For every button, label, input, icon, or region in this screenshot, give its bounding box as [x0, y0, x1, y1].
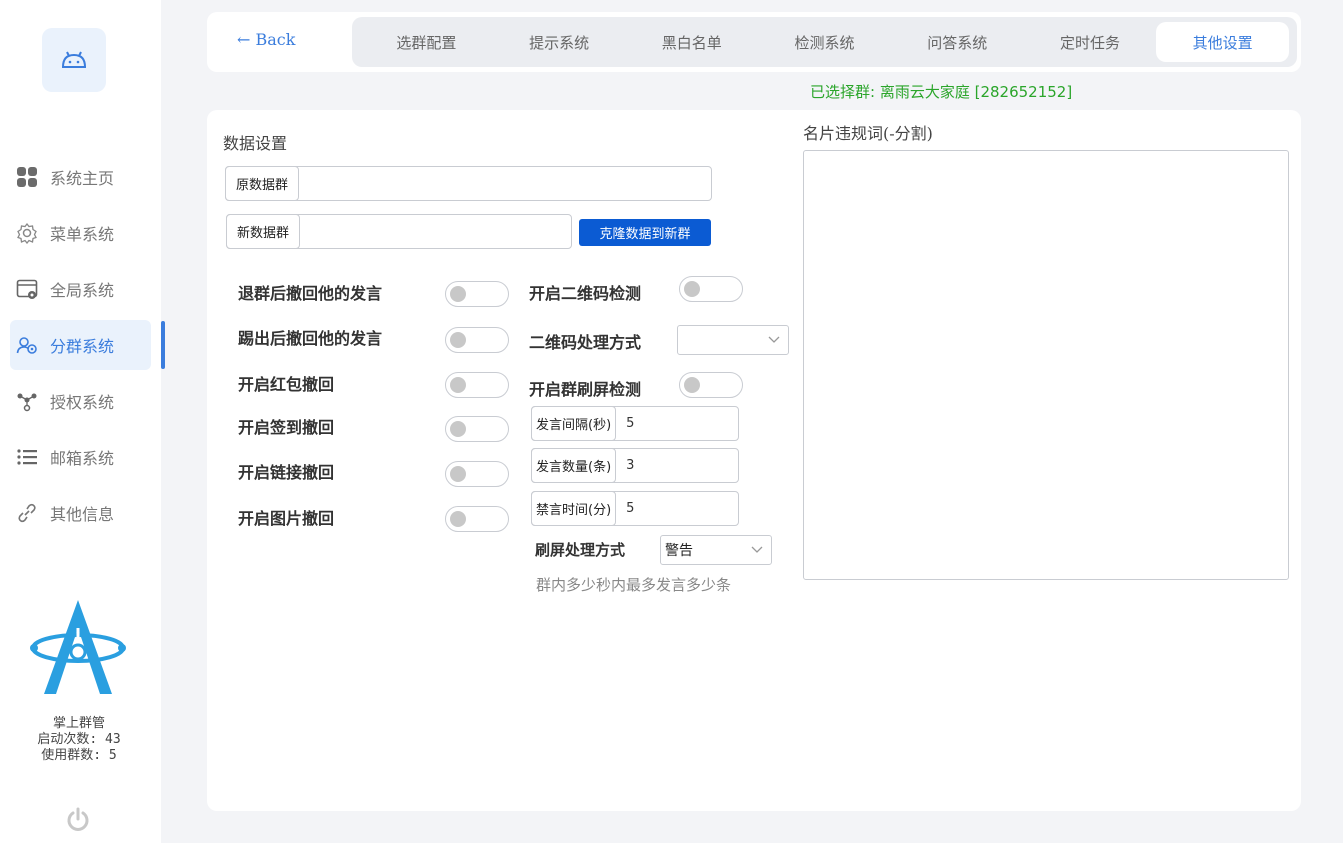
- app-logo[interactable]: [42, 28, 106, 92]
- android-icon: [61, 51, 87, 68]
- mute-input[interactable]: 5: [616, 492, 738, 525]
- launch-count: 启动次数: 43: [37, 732, 121, 747]
- tab-tips[interactable]: 提示系统: [493, 22, 626, 62]
- sidebar-item-auth[interactable]: 授权系统: [10, 376, 151, 426]
- flood-hint: 群内多少秒内最多发言多少条: [536, 576, 732, 594]
- sidebar-item-label: 全局系统: [50, 281, 115, 300]
- sidebar-item-menu[interactable]: 菜单系统: [10, 208, 151, 258]
- toggle-knob: [450, 377, 466, 393]
- flood-detect-label: 开启群刷屏检测: [529, 380, 642, 399]
- mute-label: 禁言时间(分): [531, 491, 617, 526]
- count-input[interactable]: 3: [616, 449, 738, 482]
- list-icon: [14, 444, 40, 470]
- top-bar: ← Back 选群配置 提示系统 黑白名单 检测系统 问答系统 定时任务 其他设…: [207, 12, 1301, 72]
- tab-blacklist[interactable]: 黑白名单: [625, 22, 758, 62]
- sidebar-item-label: 其他信息: [50, 505, 115, 524]
- flood-mode-value: 警告: [665, 543, 693, 559]
- toggle-knob: [450, 332, 466, 348]
- card-words-textarea[interactable]: [803, 150, 1289, 580]
- flood-mode-select[interactable]: 警告: [660, 535, 772, 565]
- gear-icon: [14, 220, 40, 246]
- sidebar-item-groups[interactable]: 分群系统: [10, 320, 165, 370]
- sidebar-item-mail[interactable]: 邮箱系统: [10, 432, 151, 482]
- chevron-down-icon: [768, 336, 780, 343]
- sidebar-item-label: 邮箱系统: [50, 449, 115, 468]
- tab-group-config[interactable]: 选群配置: [360, 22, 493, 62]
- toggle-knob: [684, 377, 700, 393]
- qr-detect-toggle[interactable]: [679, 276, 743, 302]
- interval-input-group: 发言间隔(秒) 5: [531, 406, 739, 441]
- source-group-input[interactable]: [299, 167, 711, 200]
- card-words-label: 名片违规词(-分割): [803, 124, 933, 143]
- sidebar-item-global[interactable]: 全局系统: [10, 264, 151, 314]
- flood-detect-toggle[interactable]: [679, 372, 743, 398]
- section-title: 数据设置: [223, 134, 288, 153]
- link-recall-toggle[interactable]: [445, 461, 509, 487]
- sidebar-item-home[interactable]: 系统主页: [10, 152, 151, 202]
- toggle-knob: [450, 466, 466, 482]
- checkin-recall-toggle[interactable]: [445, 416, 509, 442]
- sidebar-nav: 系统主页 菜单系统 全局系统 分群系统 授权系统 邮箱系统 其他信息: [0, 152, 165, 544]
- tab-scheduled[interactable]: 定时任务: [1024, 22, 1157, 62]
- recall-on-leave-toggle[interactable]: [445, 281, 509, 307]
- mute-input-group: 禁言时间(分) 5: [531, 491, 739, 526]
- sidebar: 系统主页 菜单系统 全局系统 分群系统 授权系统 邮箱系统 其他信息 掌上群管 …: [0, 0, 165, 843]
- network-icon: [14, 388, 40, 414]
- sidebar-item-label: 系统主页: [50, 169, 115, 188]
- toggle-label: 开启签到撤回: [238, 418, 335, 437]
- toggle-knob: [684, 281, 700, 297]
- power-icon[interactable]: [64, 806, 92, 834]
- sidebar-item-label: 菜单系统: [50, 225, 115, 244]
- red-packet-recall-toggle[interactable]: [445, 372, 509, 398]
- selected-group-status: 已选择群: 离雨云大家庭 [282652152]: [810, 83, 1073, 101]
- clone-data-button[interactable]: 克隆数据到新群: [579, 219, 711, 246]
- new-group-input[interactable]: [300, 215, 571, 248]
- chevron-down-icon: [751, 546, 763, 553]
- toggle-knob: [450, 421, 466, 437]
- flood-mode-label: 刷屏处理方式: [535, 541, 626, 559]
- window-settings-icon: [14, 276, 40, 302]
- toggle-label: 开启链接撤回: [238, 463, 335, 482]
- recall-on-kick-toggle[interactable]: [445, 327, 509, 353]
- settings-panel: 数据设置 原数据群 新数据群 克隆数据到新群 退群后撤回他的发言 踢出后撤回他的…: [207, 110, 1301, 811]
- tab-other-settings[interactable]: 其他设置: [1156, 22, 1290, 62]
- group-count: 使用群数: 5: [41, 748, 117, 763]
- toggle-label: 退群后撤回他的发言: [238, 284, 383, 303]
- sidebar-item-label: 授权系统: [50, 393, 115, 412]
- toggle-label: 开启图片撤回: [238, 509, 335, 528]
- tab-bar: 选群配置 提示系统 黑白名单 检测系统 问答系统 定时任务 其他设置: [352, 17, 1297, 67]
- tab-qa[interactable]: 问答系统: [891, 22, 1024, 62]
- back-button[interactable]: ← Back: [237, 30, 295, 49]
- count-input-group: 发言数量(条) 3: [531, 448, 739, 483]
- users-icon: [14, 332, 40, 358]
- brand-info: 掌上群管 启动次数: 43 使用群数: 5: [0, 716, 158, 764]
- interval-label: 发言间隔(秒): [531, 406, 617, 441]
- count-label: 发言数量(条): [531, 448, 617, 483]
- qr-mode-select[interactable]: [677, 325, 789, 355]
- grid-icon: [14, 164, 40, 190]
- new-group-label: 新数据群: [226, 214, 301, 249]
- interval-input[interactable]: 5: [616, 407, 738, 440]
- link-icon: [14, 500, 40, 526]
- toggle-knob: [450, 286, 466, 302]
- source-group-label: 原数据群: [225, 166, 300, 201]
- tab-detection[interactable]: 检测系统: [758, 22, 891, 62]
- image-recall-toggle[interactable]: [445, 506, 509, 532]
- qr-detect-label: 开启二维码检测: [529, 284, 642, 303]
- brand-logo: [30, 600, 126, 694]
- sidebar-item-other[interactable]: 其他信息: [10, 488, 151, 538]
- sidebar-item-label: 分群系统: [50, 337, 115, 356]
- qr-mode-label: 二维码处理方式: [529, 333, 642, 352]
- source-group-input-group: 原数据群: [225, 166, 712, 201]
- toggle-label: 开启红包撤回: [238, 375, 335, 394]
- new-group-input-group: 新数据群: [226, 214, 572, 249]
- brand-name: 掌上群管: [52, 716, 105, 731]
- toggle-label: 踢出后撤回他的发言: [238, 329, 383, 348]
- toggle-knob: [450, 511, 466, 527]
